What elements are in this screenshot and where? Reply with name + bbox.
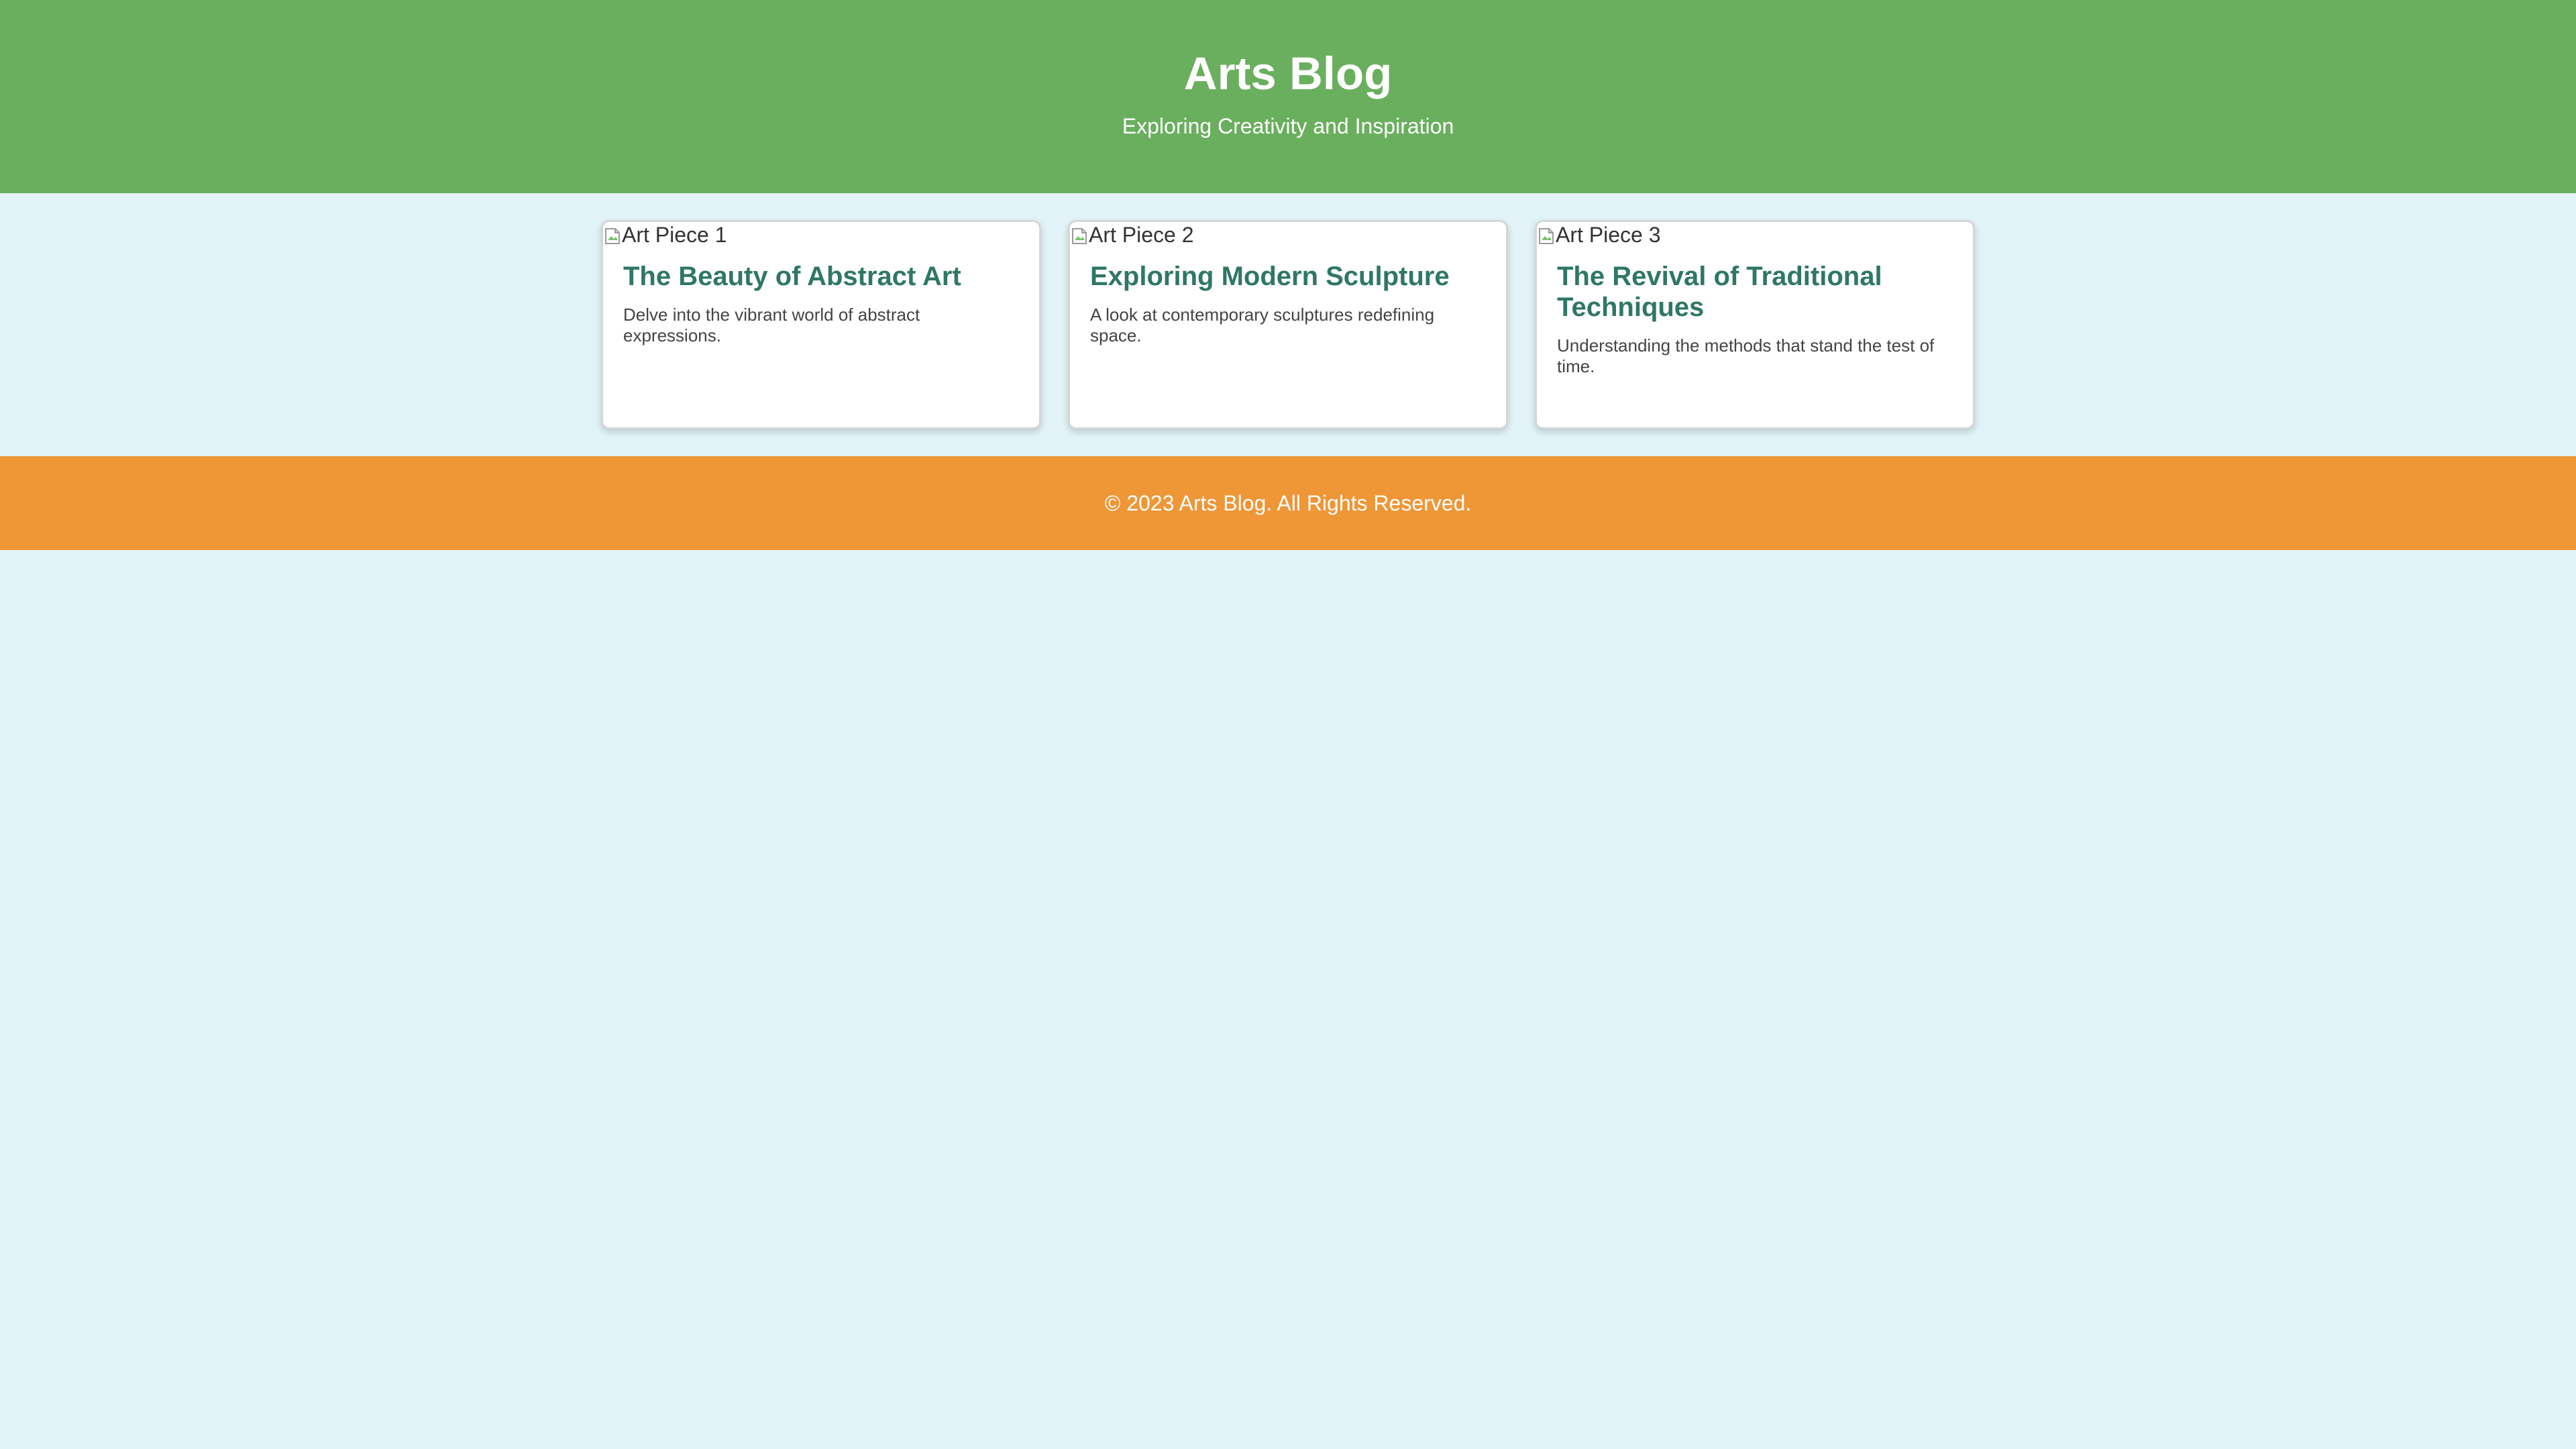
post-image-alt: Art Piece 1 [622,223,727,247]
site-header: Arts Blog Exploring Creativity and Inspi… [0,0,2576,193]
post-body: The Beauty of Abstract Art Delve into th… [603,248,1039,346]
site-title: Arts Blog [1183,48,1393,99]
post-title[interactable]: The Revival of Traditional Techniques [1557,261,1953,323]
post-excerpt: A look at contemporary sculptures redefi… [1090,305,1435,345]
post-card[interactable]: Art Piece 3 The Revival of Traditional T… [1535,220,1975,429]
post-body: The Revival of Traditional Techniques Un… [1537,248,1973,377]
post-excerpt: Delve into the vibrant world of abstract… [623,305,920,345]
broken-image-icon [1070,225,1089,244]
post-image: Art Piece 2 [1070,222,1506,248]
post-card[interactable]: Art Piece 1 The Beauty of Abstract Art D… [601,220,1041,429]
post-card[interactable]: Art Piece 2 Exploring Modern Sculpture A… [1068,220,1508,429]
post-image-alt: Art Piece 2 [1089,223,1194,247]
broken-image-icon [603,225,622,244]
post-image: Art Piece 1 [603,222,1039,248]
post-title[interactable]: The Beauty of Abstract Art [623,261,1020,292]
post-excerpt: Understanding the methods that stand the… [1557,335,1935,376]
site-tagline: Exploring Creativity and Inspiration [1122,114,1454,138]
post-title[interactable]: Exploring Modern Sculpture [1090,261,1487,292]
post-list: Art Piece 1 The Beauty of Abstract Art D… [0,193,2576,456]
post-image: Art Piece 3 [1537,222,1973,248]
post-image-alt: Art Piece 3 [1556,223,1661,247]
post-body: Exploring Modern Sculpture A look at con… [1070,248,1506,346]
site-footer: © 2023 Arts Blog. All Rights Reserved. [0,456,2576,550]
broken-image-icon [1537,225,1556,244]
footer-copyright: © 2023 Arts Blog. All Rights Reserved. [1104,490,1472,515]
